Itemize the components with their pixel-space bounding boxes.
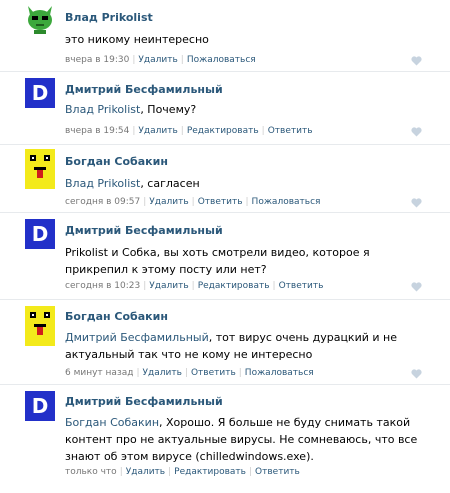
comment-meta: сегодня в 10:23 | Удалить | Редактировать | От… — [65, 281, 324, 291]
reply-link[interactable]: Ответить — [255, 467, 300, 477]
reply-link[interactable]: Ответить — [268, 126, 313, 136]
comment-author[interactable]: Дмитрий Бесфамильный — [65, 224, 223, 237]
heart-icon[interactable] — [411, 369, 422, 379]
comment-item: Богдан Собакин Влад Prikolist, сагласен … — [0, 145, 450, 213]
reply-to-link[interactable]: Влад Prikolist — [65, 177, 140, 190]
comment-meta: сегодня в 09:57 | Удалить | Ответить | Пожалов… — [65, 197, 321, 207]
delete-link[interactable]: Удалить — [126, 467, 165, 477]
delete-link[interactable]: Удалить — [138, 126, 177, 136]
comment-author[interactable]: Дмитрий Бесфамильный — [65, 395, 223, 408]
reply-to-link[interactable]: Богдан Собакин — [65, 416, 159, 429]
reply-link[interactable]: Ответить — [279, 281, 324, 291]
sponge-avatar[interactable] — [25, 149, 55, 189]
comment-author[interactable]: Дмитрий Бесфамильный — [65, 83, 223, 96]
comment-text: Prikolist и Собка, вы хоть смотрели виде… — [65, 244, 410, 278]
delete-link[interactable]: Удалить — [138, 55, 177, 65]
letter-d-avatar[interactable]: D — [25, 391, 55, 421]
comment-meta: вчера в 19:54 | Удалить | Редактировать | Отве… — [65, 126, 313, 136]
letter-d-avatar[interactable]: D — [25, 219, 55, 249]
comment-item: Богдан Собакин Дмитрий Бесфамильный, тот… — [0, 300, 450, 385]
sponge-avatar[interactable] — [25, 306, 55, 346]
heart-icon[interactable] — [411, 198, 422, 208]
delete-link[interactable]: Удалить — [149, 281, 188, 291]
comment-text: Дмитрий Бесфамильный, тот вирус очень ду… — [65, 329, 410, 363]
comment-time[interactable]: сегодня в 09:57 — [65, 197, 140, 207]
report-link[interactable]: Пожаловаться — [187, 55, 256, 65]
comment-item: D Дмитрий Бесфамильный Богдан Собакин, Х… — [0, 385, 450, 485]
comment-meta: 6 минут назад | Удалить | Ответить | Пожаловат… — [65, 368, 314, 378]
comment-text-body: , сагласен — [140, 177, 200, 190]
comment-meta: только что | Удалить | Редактировать | Ответит… — [65, 467, 300, 477]
comment-text: Влад Prikolist, сагласен — [65, 175, 420, 192]
edit-link[interactable]: Редактировать — [174, 467, 246, 477]
comment-text: Влад Prikolist, Почему? — [65, 101, 420, 118]
heart-icon[interactable] — [411, 127, 422, 137]
comment-item: D Дмитрий Бесфамильный Влад Prikolist, П… — [0, 72, 450, 145]
reply-link[interactable]: Ответить — [191, 368, 236, 378]
comment-time[interactable]: только что — [65, 467, 117, 477]
comment-text-body: , Почему? — [140, 103, 197, 116]
reply-to-link[interactable]: Влад Prikolist — [65, 103, 140, 116]
comment-time[interactable]: вчера в 19:30 — [65, 55, 129, 65]
letter-d-avatar[interactable]: D — [25, 78, 55, 108]
delete-link[interactable]: Удалить — [143, 368, 182, 378]
comment-meta: вчера в 19:30 | Удалить | Пожаловаться — [65, 55, 256, 65]
comment-time[interactable]: 6 минут назад — [65, 368, 133, 378]
cat-avatar[interactable] — [25, 4, 55, 34]
comment-text: Богдан Собакин, Хорошо. Я больше не буду… — [65, 414, 435, 465]
report-link[interactable]: Пожаловаться — [252, 197, 321, 207]
comment-text: это никому неинтересно — [65, 31, 420, 48]
delete-link[interactable]: Удалить — [149, 197, 188, 207]
comment-item: Влад Prikolist это никому неинтересно вч… — [0, 0, 450, 72]
comment-time[interactable]: сегодня в 10:23 — [65, 281, 140, 291]
comment-text-body: это никому неинтересно — [65, 33, 209, 46]
comment-author[interactable]: Влад Prikolist — [65, 11, 153, 24]
edit-link[interactable]: Редактировать — [198, 281, 270, 291]
report-link[interactable]: Пожаловаться — [245, 368, 314, 378]
comment-author[interactable]: Богдан Собакин — [65, 155, 168, 168]
reply-to-link[interactable]: Дмитрий Бесфамильный — [65, 331, 209, 344]
heart-icon[interactable] — [411, 56, 422, 66]
comment-item: D Дмитрий Бесфамильный Prikolist и Собка… — [0, 213, 450, 300]
comment-author[interactable]: Богдан Собакин — [65, 310, 168, 323]
edit-link[interactable]: Редактировать — [187, 126, 259, 136]
heart-icon[interactable] — [411, 282, 422, 292]
comment-text-body: Prikolist и Собка, вы хоть смотрели виде… — [65, 246, 370, 276]
comment-time[interactable]: вчера в 19:54 — [65, 126, 129, 136]
reply-link[interactable]: Ответить — [198, 197, 243, 207]
